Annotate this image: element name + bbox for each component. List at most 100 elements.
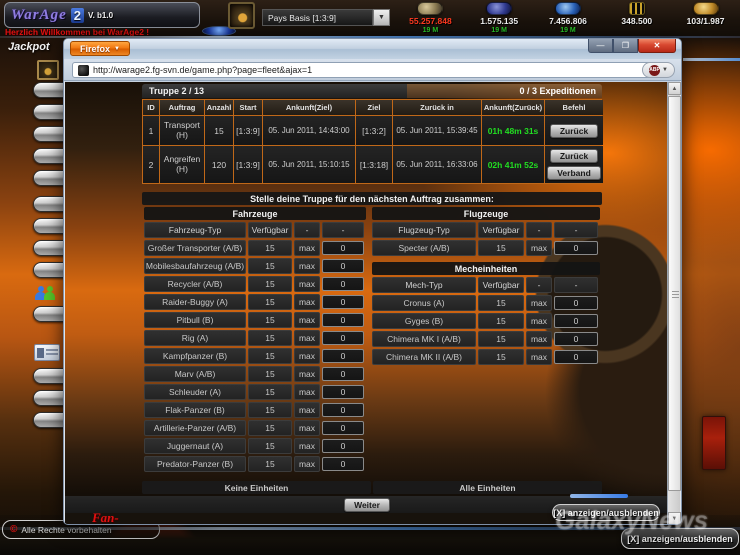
unit-count-input[interactable] (322, 457, 364, 471)
unit-available: 15 (478, 331, 524, 347)
next-button[interactable]: Weiter (344, 497, 390, 512)
id-card-icon[interactable] (34, 344, 60, 361)
unit-max-link[interactable]: max (294, 276, 320, 292)
unit-max-link[interactable]: max (294, 312, 320, 328)
unit-count-input[interactable] (554, 314, 598, 328)
base-building-icon[interactable] (228, 2, 255, 29)
unit-count-input[interactable] (554, 350, 598, 364)
browser-scrollbar[interactable]: ▲ ▼ (667, 82, 681, 524)
unit-available: 15 (248, 294, 292, 310)
unit-max-link[interactable]: max (526, 331, 552, 347)
unit-row: Specter (A/B) 15 max (372, 240, 600, 256)
unit-count-input[interactable] (322, 367, 364, 381)
unit-row: Großer Transporter (A/B) 15 max (144, 240, 366, 256)
unit-count-input[interactable] (322, 421, 364, 435)
maximize-button[interactable]: ❐ (613, 39, 638, 53)
unit-count-input[interactable] (322, 295, 364, 309)
inner-toggle-button[interactable]: [X] anzeigen/ausblenden (552, 504, 660, 521)
union-button[interactable]: Verband (547, 166, 601, 180)
spice-resource: 7.456.806 19 M (534, 2, 603, 36)
unit-count-input[interactable] (554, 241, 598, 255)
unit-count-input[interactable] (322, 439, 364, 453)
unit-max-link[interactable]: max (294, 456, 320, 472)
recall-button[interactable]: Zurück (549, 149, 599, 163)
unit-max-link[interactable]: max (294, 294, 320, 310)
fleet-row-count: 120 (205, 146, 233, 183)
window-titlebar[interactable]: Firefox ▼ — ❐ ✕ (64, 39, 681, 59)
unit-max-link[interactable]: max (294, 366, 320, 382)
fleet-row-start[interactable]: [1:3:9] (234, 116, 262, 145)
unit-count-cell (322, 402, 364, 418)
fleet-row-return-in: 01h 48m 31s (482, 116, 544, 145)
url-input[interactable] (93, 65, 643, 75)
unit-count-input[interactable] (322, 385, 364, 399)
unit-max-link[interactable]: max (294, 258, 320, 274)
mechs-header: Mecheinheiten (372, 262, 600, 275)
unit-max-link[interactable]: max (294, 384, 320, 400)
close-button[interactable]: ✕ (638, 39, 676, 53)
unit-count-input[interactable] (322, 403, 364, 417)
vehicles-column: Fahrzeuge Fahrzeug-Typ Verfügbar - - Gro… (144, 207, 366, 472)
kristall-icon[interactable] (486, 2, 513, 15)
screen: WarAge 2 V. b1.0 Herzlich Willkommen bei… (0, 0, 740, 555)
fleet-row-mission: Transport (H) (163, 119, 201, 140)
url-bar[interactable]: ☆ (72, 62, 662, 78)
type-column-header: Mech-Typ (372, 277, 476, 293)
metall-delta: 19 M (422, 27, 439, 34)
unit-max-link[interactable]: max (294, 348, 320, 364)
unit-row: Juggernaut (A) 15 max (144, 438, 366, 454)
scroll-down-icon[interactable]: ▼ (668, 512, 681, 524)
unit-name: Chimera MK I (A/B) (372, 331, 476, 347)
unit-max-link[interactable]: max (294, 402, 320, 418)
users-icon[interactable] (35, 280, 65, 300)
unit-max-link[interactable]: max (526, 295, 552, 311)
unit-max-link[interactable]: max (526, 240, 552, 256)
fleet-row-arrival: 05. Jun 2011, 15:10:15 (263, 146, 355, 183)
unit-count-input[interactable] (322, 313, 364, 327)
spice-icon[interactable] (554, 2, 581, 15)
unit-count-input[interactable] (554, 296, 598, 310)
chevron-down-icon[interactable]: ▼ (373, 9, 390, 26)
unit-count-input[interactable] (322, 349, 364, 363)
unit-name: Flak-Panzer (B) (144, 402, 246, 418)
fleet-row-target[interactable]: [1:3:18] (356, 146, 392, 183)
unit-max-link[interactable]: max (294, 240, 320, 256)
outer-toggle-button[interactable]: [X] anzeigen/ausblenden (621, 528, 739, 549)
unit-max-link[interactable]: max (526, 349, 552, 365)
unit-count-input[interactable] (322, 331, 364, 345)
minimize-button[interactable]: — (588, 39, 613, 53)
unit-max-link[interactable]: max (294, 330, 320, 346)
unit-count-cell (322, 294, 364, 310)
fleet-row-target[interactable]: [1:3:2] (356, 116, 392, 145)
recall-button[interactable]: Zurück (549, 123, 599, 138)
spice-delta: 19 M (560, 27, 576, 34)
unit-count-input[interactable] (554, 332, 598, 346)
bevoelkerung-icon[interactable] (692, 2, 719, 15)
unit-count-input[interactable] (322, 241, 364, 255)
unit-name: Kampfpanzer (B) (144, 348, 246, 364)
planet-select[interactable]: Pays Basis [1:3:9] ▼ (262, 9, 390, 26)
fleet-row-start[interactable]: [1:3:9] (234, 146, 262, 183)
unit-count-input[interactable] (322, 277, 364, 291)
metall-resource: 55.257.848 19 M (396, 2, 465, 36)
firefox-menu-button[interactable]: Firefox ▼ (70, 41, 130, 56)
scrollbar-thumb[interactable] (668, 96, 681, 491)
unit-row: Raider-Buggy (A) 15 max (144, 294, 366, 310)
unit-row: Mobilesbaufahrzeug (A/B) 15 max (144, 258, 366, 274)
unit-max-link[interactable]: max (294, 438, 320, 454)
unit-row: Pitbull (B) 15 max (144, 312, 366, 328)
no-units-button[interactable]: Keine Einheiten (142, 481, 371, 494)
unit-max-link[interactable]: max (294, 420, 320, 436)
unit-available: 15 (248, 240, 292, 256)
adblock-button[interactable]: ABP ▼ (642, 62, 675, 78)
copyright-icon: © (10, 524, 18, 535)
scroll-up-icon[interactable]: ▲ (668, 82, 681, 95)
energie-icon[interactable] (628, 2, 645, 15)
unit-name: Chimera MK II (A/B) (372, 349, 476, 365)
unit-max-link[interactable]: max (526, 313, 552, 329)
unit-count-cell (322, 456, 364, 472)
unit-count-input[interactable] (322, 259, 364, 273)
game-page-content: Truppe 2 / 13 0 / 3 Expeditionen ID Auft… (65, 82, 669, 524)
all-units-button[interactable]: Alle Einheiten (373, 481, 602, 494)
metall-icon[interactable] (417, 2, 444, 15)
